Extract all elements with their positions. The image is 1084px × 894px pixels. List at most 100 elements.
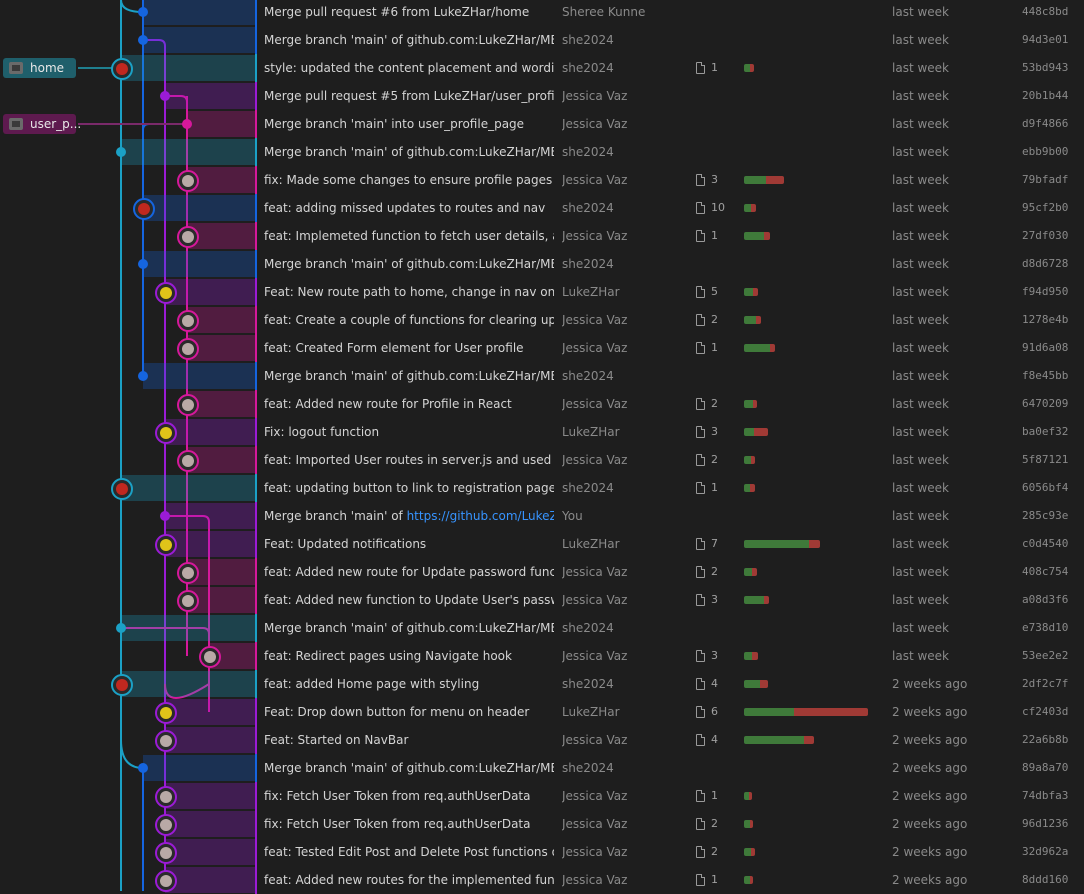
commit-message[interactable]: feat: Created Form element for User prof… xyxy=(264,334,554,362)
commit-row[interactable]: Merge branch 'main' of github.com:LukeZH… xyxy=(0,250,1084,278)
commit-sha[interactable]: 89a8a70 xyxy=(1022,754,1068,782)
commit-message[interactable]: fix: Fetch User Token from req.authUserD… xyxy=(264,810,554,838)
commit-sha[interactable]: cf2403d xyxy=(1022,698,1068,726)
commit-row[interactable]: feat: Added new function to Update User'… xyxy=(0,586,1084,614)
commit-message-link[interactable]: https://github.com/LukeZHar/ xyxy=(407,509,554,523)
commit-row[interactable]: fix: Fetch User Token from req.authUserD… xyxy=(0,810,1084,838)
commit-sha[interactable]: 74dbfa3 xyxy=(1022,782,1068,810)
commit-message[interactable]: feat: updating button to link to registr… xyxy=(264,474,554,502)
commit-sha[interactable]: f8e45bb xyxy=(1022,362,1068,390)
commit-sha[interactable]: 448c8bd xyxy=(1022,0,1068,26)
commit-row[interactable]: Merge branch 'main' into user_profile_pa… xyxy=(0,110,1084,138)
commit-message[interactable]: style: updated the content placement and… xyxy=(264,54,554,82)
commit-message[interactable]: Feat: New route path to home, change in … xyxy=(264,278,554,306)
commit-sha[interactable]: d8d6728 xyxy=(1022,250,1068,278)
branch-tag-user-profile-page[interactable]: user_p... xyxy=(3,114,81,134)
commit-sha[interactable]: 95cf2b0 xyxy=(1022,194,1068,222)
commit-sha[interactable]: 53ee2e2 xyxy=(1022,642,1068,670)
commit-row[interactable]: Merge branch 'main' of github.com:LukeZH… xyxy=(0,614,1084,642)
commit-sha[interactable]: 53bd943 xyxy=(1022,54,1068,82)
commit-sha[interactable]: ebb9b00 xyxy=(1022,138,1068,166)
commit-row[interactable]: Merge branch 'main' of github.com:LukeZH… xyxy=(0,754,1084,782)
branch-tag-home[interactable]: home xyxy=(3,58,76,78)
commit-row[interactable]: Feat: Drop down button for menu on heade… xyxy=(0,698,1084,726)
commit-sha[interactable]: d9f4866 xyxy=(1022,110,1068,138)
commit-row[interactable]: Feat: Started on NavBar Jessica Vaz 4 2 wee… xyxy=(0,726,1084,754)
commit-sha[interactable]: 408c754 xyxy=(1022,558,1068,586)
commit-message[interactable]: feat: Redirect pages using Navigate hook xyxy=(264,642,554,670)
commit-row[interactable]: Merge branch 'main' of github.com:LukeZH… xyxy=(0,138,1084,166)
commit-message[interactable]: fix: Made some changes to ensure profile… xyxy=(264,166,554,194)
commit-sha[interactable]: 22a6b8b xyxy=(1022,726,1068,754)
commit-sha[interactable]: 6470209 xyxy=(1022,390,1068,418)
commit-message[interactable]: Merge branch 'main' of github.com:LukeZH… xyxy=(264,754,554,782)
changed-files: 1 xyxy=(694,866,734,894)
commit-message[interactable]: Merge branch 'main' into user_profile_pa… xyxy=(264,110,554,138)
commit-sha[interactable]: 20b1b44 xyxy=(1022,82,1068,110)
commit-row[interactable]: style: updated the content placement and… xyxy=(0,54,1084,82)
commit-message[interactable]: Merge pull request #5 from LukeZHar/user… xyxy=(264,82,554,110)
commit-row[interactable]: Feat: Updated notifications LukeZHar 7 last… xyxy=(0,530,1084,558)
commit-message[interactable]: feat: Create a couple of functions for c… xyxy=(264,306,554,334)
commit-message[interactable]: Merge pull request #6 from LukeZHar/home xyxy=(264,0,554,26)
commit-row[interactable]: feat: Redirect pages using Navigate hook… xyxy=(0,642,1084,670)
commit-row[interactable]: Merge branch 'main' of https://github.co… xyxy=(0,502,1084,530)
commit-message[interactable]: Merge branch 'main' of github.com:LukeZH… xyxy=(264,26,554,54)
commit-row[interactable]: Merge branch 'main' of github.com:LukeZH… xyxy=(0,362,1084,390)
commit-sha[interactable]: 94d3e01 xyxy=(1022,26,1068,54)
commit-message[interactable]: Merge branch 'main' of github.com:LukeZH… xyxy=(264,138,554,166)
commit-message[interactable]: fix: Fetch User Token from req.authUserD… xyxy=(264,782,554,810)
commit-message[interactable]: feat: Added new route for Update passwor… xyxy=(264,558,554,586)
commit-sha[interactable]: ba0ef32 xyxy=(1022,418,1068,446)
commit-message[interactable]: Feat: Drop down button for menu on heade… xyxy=(264,698,554,726)
commit-sha[interactable]: 8ddd160 xyxy=(1022,866,1068,894)
commit-message[interactable]: feat: Tested Edit Post and Delete Post f… xyxy=(264,838,554,866)
commit-row[interactable]: feat: adding missed updates to routes an… xyxy=(0,194,1084,222)
commit-message[interactable]: Feat: Updated notifications xyxy=(264,530,554,558)
commit-row[interactable]: feat: added Home page with styling she202… xyxy=(0,670,1084,698)
commit-row[interactable]: Merge pull request #5 from LukeZHar/user… xyxy=(0,82,1084,110)
commit-sha[interactable]: f94d950 xyxy=(1022,278,1068,306)
commit-sha[interactable]: 96d1236 xyxy=(1022,810,1068,838)
commit-sha[interactable]: 2df2c7f xyxy=(1022,670,1068,698)
commit-sha[interactable]: 6056bf4 xyxy=(1022,474,1068,502)
commit-row[interactable]: feat: Added new routes for the implement… xyxy=(0,866,1084,894)
commit-sha[interactable]: 285c93e xyxy=(1022,502,1068,530)
commit-row[interactable]: feat: Created Form element for User prof… xyxy=(0,334,1084,362)
commit-sha[interactable]: c0d4540 xyxy=(1022,530,1068,558)
commit-sha[interactable]: 27df030 xyxy=(1022,222,1068,250)
commit-row[interactable]: Fix: logout function LukeZHar 3 last week ba… xyxy=(0,418,1084,446)
commit-row[interactable]: feat: Tested Edit Post and Delete Post f… xyxy=(0,838,1084,866)
commit-message[interactable]: Fix: logout function xyxy=(264,418,554,446)
commit-row[interactable]: Merge branch 'main' of github.com:LukeZH… xyxy=(0,26,1084,54)
commit-message[interactable]: feat: added Home page with styling xyxy=(264,670,554,698)
commit-row[interactable]: feat: Added new route for Profile in Rea… xyxy=(0,390,1084,418)
commit-sha[interactable]: 79bfadf xyxy=(1022,166,1068,194)
commit-message[interactable]: feat: Added new route for Profile in Rea… xyxy=(264,390,554,418)
commit-message[interactable]: feat: Added new function to Update User'… xyxy=(264,586,554,614)
commit-row[interactable]: Merge pull request #6 from LukeZHar/home… xyxy=(0,0,1084,26)
commit-sha[interactable]: e738d10 xyxy=(1022,614,1068,642)
commit-sha[interactable]: 5f87121 xyxy=(1022,446,1068,474)
commit-message[interactable]: Merge branch 'main' of github.com:LukeZH… xyxy=(264,250,554,278)
commit-row[interactable]: feat: updating button to link to registr… xyxy=(0,474,1084,502)
commit-message[interactable]: feat: Imported User routes in server.js … xyxy=(264,446,554,474)
commit-sha[interactable]: 91d6a08 xyxy=(1022,334,1068,362)
commit-row[interactable]: feat: Added new route for Update passwor… xyxy=(0,558,1084,586)
commit-row[interactable]: feat: Implemeted function to fetch user … xyxy=(0,222,1084,250)
commit-row[interactable]: fix: Made some changes to ensure profile… xyxy=(0,166,1084,194)
commit-sha[interactable]: 1278e4b xyxy=(1022,306,1068,334)
commit-row[interactable]: feat: Imported User routes in server.js … xyxy=(0,446,1084,474)
commit-message[interactable]: feat: Implemeted function to fetch user … xyxy=(264,222,554,250)
commit-row[interactable]: Feat: New route path to home, change in … xyxy=(0,278,1084,306)
commit-sha[interactable]: 32d962a xyxy=(1022,838,1068,866)
commit-message[interactable]: Merge branch 'main' of https://github.co… xyxy=(264,502,554,530)
commit-message[interactable]: Merge branch 'main' of github.com:LukeZH… xyxy=(264,362,554,390)
commit-row[interactable]: feat: Create a couple of functions for c… xyxy=(0,306,1084,334)
commit-sha[interactable]: a08d3f6 xyxy=(1022,586,1068,614)
commit-message[interactable]: Feat: Started on NavBar xyxy=(264,726,554,754)
commit-message[interactable]: Merge branch 'main' of github.com:LukeZH… xyxy=(264,614,554,642)
commit-row[interactable]: fix: Fetch User Token from req.authUserD… xyxy=(0,782,1084,810)
commit-message[interactable]: feat: Added new routes for the implement… xyxy=(264,866,554,894)
commit-message[interactable]: feat: adding missed updates to routes an… xyxy=(264,194,554,222)
